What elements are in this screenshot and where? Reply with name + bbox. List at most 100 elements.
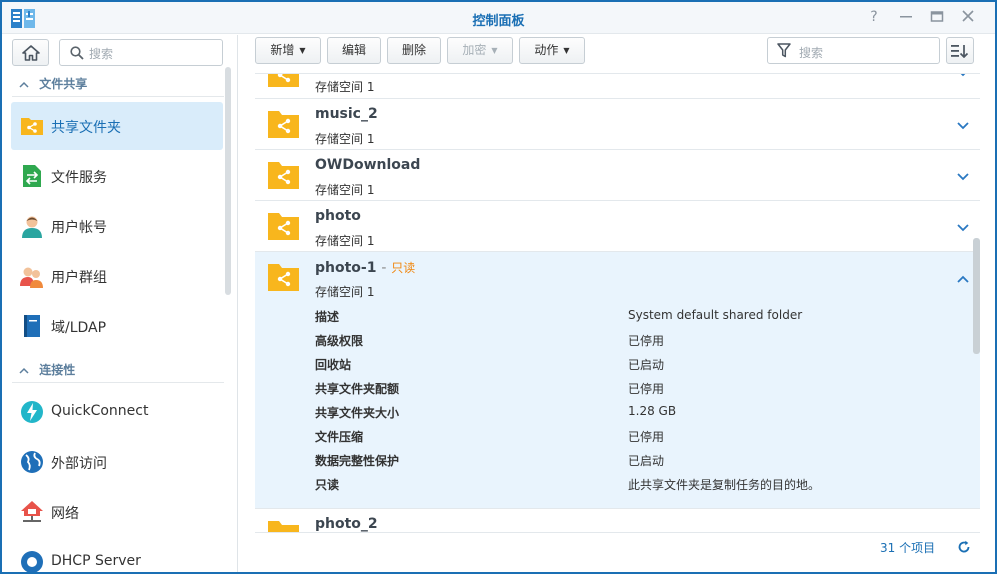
dhcp-server-icon [21, 551, 43, 572]
list-item[interactable]: music_2 存储空间 1 [255, 99, 980, 150]
detail-key: 高级权限 [315, 334, 364, 348]
filter-icon [777, 43, 791, 58]
sidebar-search-input[interactable]: 搜索 [59, 39, 223, 66]
list-item[interactable]: 存储空间 1 [255, 73, 980, 99]
network-icon [21, 501, 43, 522]
shared-folder-icon [21, 118, 43, 135]
home-icon [22, 45, 40, 61]
detail-key: 只读 [315, 478, 340, 492]
title-bar: 控制面板 ? [2, 2, 995, 34]
filter-search-input[interactable]: 搜索 [767, 37, 940, 64]
edit-button[interactable]: 编辑 [327, 37, 381, 64]
section-header-connectivity[interactable]: 连接性 [19, 361, 75, 381]
chevron-up-icon[interactable] [955, 271, 971, 287]
sidebar-item-file-services[interactable]: 文件服务 [11, 152, 223, 200]
edit-label: 编辑 [341, 43, 366, 57]
group-icon [20, 267, 43, 288]
detail-value: 已停用 [628, 430, 665, 444]
detail-key: 共享文件夹配额 [315, 382, 400, 396]
sidebar-item-quickconnect[interactable]: QuickConnect [11, 388, 223, 436]
shared-folder-icon [268, 264, 299, 291]
refresh-icon[interactable] [957, 540, 971, 554]
file-services-icon [23, 165, 41, 187]
sidebar-item-label: QuickConnect [51, 403, 149, 419]
encrypt-button[interactable]: 加密 ▼ [447, 37, 513, 64]
sidebar-scrollbar[interactable] [225, 67, 231, 295]
close-icon[interactable] [960, 9, 976, 25]
chevron-up-icon [19, 364, 35, 377]
sort-button[interactable] [946, 37, 974, 64]
section-title: 文件共享 [39, 77, 88, 91]
section-title: 连接性 [39, 363, 76, 377]
detail-key: 文件压缩 [315, 430, 364, 444]
chevron-down-icon[interactable] [955, 118, 971, 134]
sidebar-item-label: 文件服务 [51, 170, 107, 186]
folder-name: photo [315, 208, 361, 224]
divider [12, 96, 224, 97]
help-icon[interactable]: ? [866, 9, 882, 25]
chevron-down-icon[interactable] [955, 73, 971, 81]
sidebar-item-label: 网络 [51, 506, 79, 522]
domain-ldap-icon [24, 315, 40, 337]
section-header-file-sharing[interactable]: 文件共享 [19, 75, 87, 95]
home-button[interactable] [12, 39, 49, 66]
search-icon [70, 46, 84, 60]
minimize-icon[interactable] [898, 9, 914, 25]
sidebar-item-label: 用户群组 [51, 270, 107, 286]
folder-name: photo_2 [315, 516, 378, 532]
control-panel-window: 控制面板 ? 搜索 文件共享 共享文件夹 文件服务 用户帐号 用户群组 域/LD… [2, 2, 995, 572]
detail-key: 数据完整性保护 [315, 454, 400, 468]
sort-icon [951, 45, 969, 58]
list-scrollbar[interactable] [973, 238, 980, 354]
shared-folder-icon [268, 111, 299, 138]
action-button[interactable]: 动作 ▼ [519, 37, 585, 64]
sidebar-item-label: 用户帐号 [51, 220, 107, 236]
separator-dash: - [381, 260, 387, 276]
sidebar-item-group[interactable]: 用户群组 [11, 252, 223, 300]
detail-value: System default shared folder [628, 308, 803, 322]
shared-folder-list: 存储空间 1 music_2 存储空间 1 OWDownload 存储空间 1 [255, 73, 980, 533]
sidebar-item-dhcp-server[interactable]: DHCP Server [11, 538, 223, 572]
chevron-up-icon [19, 78, 35, 91]
sidebar-item-label: DHCP Server [51, 553, 141, 569]
caret-down-icon: ▼ [563, 46, 570, 55]
sidebar-item-label: 外部访问 [51, 456, 107, 472]
detail-value: 已启动 [628, 358, 665, 372]
list-item-expanded[interactable]: photo-1 - 只读 存储空间 1 描述 System default sh… [255, 252, 980, 509]
sidebar-item-domain-ldap[interactable]: 域/LDAP [11, 302, 223, 350]
divider [12, 382, 224, 383]
delete-button[interactable]: 删除 [387, 37, 441, 64]
create-label: 新增 [270, 43, 295, 57]
sidebar-item-user[interactable]: 用户帐号 [11, 202, 223, 250]
delete-label: 删除 [401, 43, 426, 57]
list-footer: 31 个项目 [255, 532, 980, 560]
sidebar-item-external-access[interactable]: 外部访问 [11, 438, 223, 486]
sidebar-item-shared-folder[interactable]: 共享文件夹 [11, 102, 223, 150]
item-count: 31 个项目 [880, 541, 936, 555]
filter-placeholder: 搜索 [799, 46, 824, 60]
caret-down-icon: ▼ [491, 46, 498, 55]
folder-name: OWDownload [315, 157, 421, 173]
chevron-down-icon[interactable] [955, 169, 971, 185]
list-item[interactable]: photo_2 [255, 509, 980, 533]
chevron-down-icon[interactable] [955, 220, 971, 236]
sidebar-item-network[interactable]: 网络 [11, 488, 223, 536]
readonly-badge: 只读 [391, 261, 416, 275]
sidebar-search-placeholder: 搜索 [89, 47, 114, 61]
folder-volume: 存储空间 1 [315, 80, 375, 94]
folder-name: music_2 [315, 106, 378, 122]
detail-value: 已停用 [628, 334, 665, 348]
folder-volume: 存储空间 1 [315, 285, 375, 299]
folder-volume: 存储空间 1 [315, 183, 375, 197]
folder-name-line: photo-1 - 只读 [315, 259, 415, 276]
detail-key: 回收站 [315, 358, 352, 372]
list-item[interactable]: photo 存储空间 1 [255, 201, 980, 252]
maximize-icon[interactable] [929, 9, 945, 25]
folder-volume: 存储空间 1 [315, 132, 375, 146]
create-button[interactable]: 新增 ▼ [255, 37, 321, 64]
encrypt-label: 加密 [462, 43, 487, 57]
list-item[interactable]: OWDownload 存储空间 1 [255, 150, 980, 201]
sidebar-item-label: 共享文件夹 [51, 120, 121, 136]
detail-value: 1.28 GB [628, 404, 677, 418]
shared-folder-icon [268, 74, 299, 87]
